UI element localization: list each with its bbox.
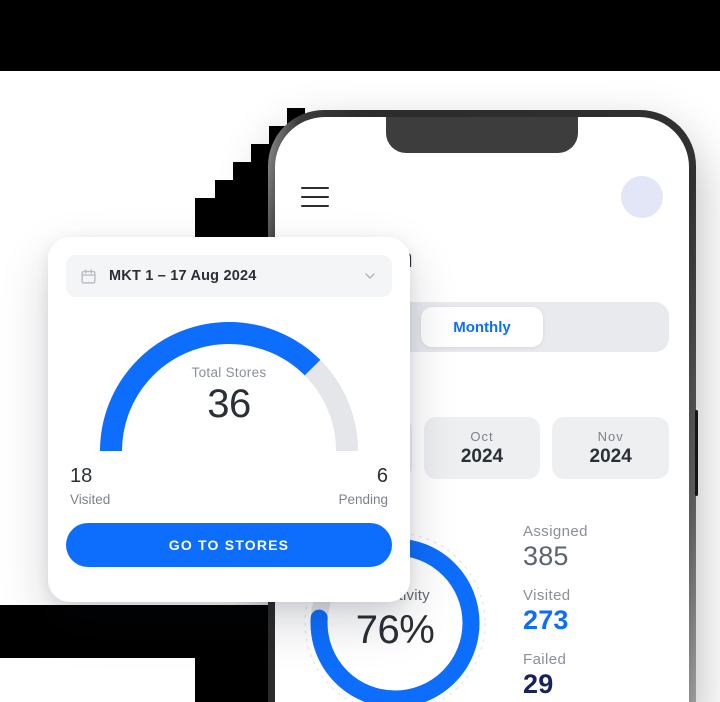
stat-value: 385	[523, 541, 569, 571]
date-range-value: MKT 1 – 17 Aug 2024	[109, 268, 257, 284]
stat-assigned: Assigned 385	[523, 523, 588, 572]
gauge-caption: Total Stores	[191, 365, 267, 380]
legend-visited: 18 Visited	[70, 465, 110, 507]
calendar-icon	[81, 268, 96, 284]
stat-value: 273	[523, 605, 569, 635]
stats-list: Assigned 385 Visited 273 Failed 29	[523, 523, 588, 702]
legend-value: 18	[70, 465, 93, 487]
hamburger-menu-icon[interactable]	[301, 187, 329, 207]
date-range-select[interactable]: MKT 1 – 17 Aug 2024	[66, 255, 392, 297]
stat-label: Failed	[523, 651, 567, 668]
app-header	[275, 169, 689, 225]
stat-visited: Visited 273	[523, 587, 588, 636]
legend-label: Visited	[70, 492, 111, 507]
legend-label: Pending	[338, 492, 388, 507]
legend-pending: 6 Pending	[338, 465, 388, 507]
month-chip-month: Oct	[470, 428, 494, 444]
gauge-center-label: Total Stores 36	[89, 365, 369, 427]
stat-label: Visited	[523, 587, 571, 604]
phone-power-button[interactable]	[695, 410, 698, 496]
total-stores-gauge-chart: Total Stores 36	[89, 311, 369, 461]
top-letterbox-band	[0, 0, 720, 71]
productivity-value: 76%	[355, 608, 435, 652]
legend-value: 6	[376, 465, 388, 487]
tab-period-monthly[interactable]: Monthly	[421, 307, 543, 347]
avatar[interactable]	[621, 176, 663, 218]
stat-value: 29	[523, 669, 554, 699]
tab-period-2[interactable]	[543, 307, 664, 347]
month-chip-year: 2024	[589, 445, 632, 467]
stat-failed: Failed 29	[523, 651, 588, 700]
month-chip-month: Nov	[597, 428, 624, 444]
total-stores-card: MKT 1 – 17 Aug 2024 Total Stores 36 18 V…	[48, 237, 410, 602]
gauge-legend: 18 Visited 6 Pending	[66, 465, 392, 507]
gauge-value: 36	[207, 382, 251, 426]
go-to-stores-button[interactable]: GO TO STORES	[66, 523, 392, 567]
phone-notch	[386, 117, 578, 153]
month-chip-year: 2024	[460, 445, 504, 467]
stat-label: Assigned	[523, 523, 588, 540]
month-chip-nov[interactable]: Nov 2024	[552, 417, 670, 479]
screenshot-stage: lia Brown Monthly Sep 2024 Oct 2024 Nov …	[0, 0, 720, 702]
chevron-down-icon[interactable]	[362, 268, 378, 284]
month-chip-oct[interactable]: Oct 2024	[423, 417, 541, 479]
